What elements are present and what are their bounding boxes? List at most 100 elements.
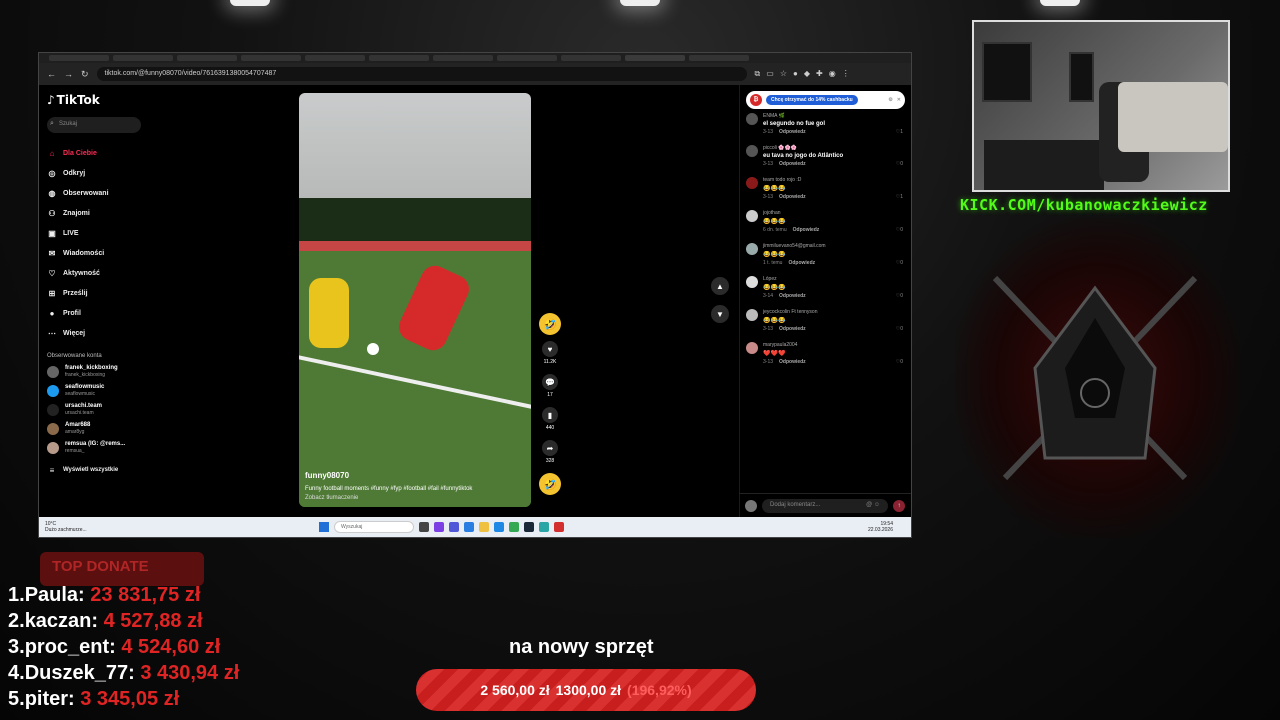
- browser-tab[interactable]: [497, 55, 557, 61]
- comment-action[interactable]: 💬 17: [539, 374, 561, 398]
- video-author[interactable]: funny08070: [305, 471, 525, 480]
- nav-following[interactable]: ◍ Obserwowani: [47, 183, 147, 203]
- taskbar-search[interactable]: Wyszukaj: [334, 521, 414, 533]
- sound-disc-icon[interactable]: 🤣: [539, 473, 561, 495]
- browser-tab[interactable]: [369, 55, 429, 61]
- video-player[interactable]: funny08070 Funny football moments #funny…: [299, 93, 531, 507]
- reply-link[interactable]: Odpowiedz: [779, 161, 806, 167]
- comment-input[interactable]: Dodaj komentarz... @ ☺: [762, 498, 888, 513]
- browser-tab[interactable]: [305, 55, 365, 61]
- show-all-link[interactable]: ≡ Wyświetl wszystkie: [47, 460, 147, 480]
- comment-like[interactable]: ♡1: [896, 129, 903, 135]
- translate-link[interactable]: Zobacz tłumaczenie: [305, 495, 525, 501]
- browser-tab[interactable]: [113, 55, 173, 61]
- translate-icon[interactable]: ⧉: [755, 69, 761, 79]
- comment-like[interactable]: ♡0: [896, 227, 903, 233]
- browser-tab[interactable]: [689, 55, 749, 61]
- browser-tab[interactable]: [177, 55, 237, 61]
- menu-icon[interactable]: ⋮: [842, 69, 850, 79]
- reply-link[interactable]: Odpowiedz: [779, 326, 806, 332]
- reply-link[interactable]: Odpowiedz: [779, 359, 806, 365]
- chevron-up-icon[interactable]: ▲: [711, 277, 729, 295]
- nav-live[interactable]: ▣ LIVE: [47, 223, 147, 243]
- comment-user[interactable]: team todo rojo :D: [763, 177, 903, 183]
- comment-like[interactable]: ♡0: [896, 161, 903, 167]
- followed-account[interactable]: remsua (IG: @rems... remsua_: [47, 441, 147, 454]
- followed-account[interactable]: Amar688 amar8yg: [47, 422, 147, 435]
- weather-widget[interactable]: 10°C Dużo zachmurze...: [45, 521, 105, 533]
- mention-emoji-icons[interactable]: @ ☺: [866, 502, 880, 510]
- app-icon[interactable]: [554, 522, 564, 532]
- save-action[interactable]: ▮ 440: [539, 407, 561, 431]
- creator-avatar-icon[interactable]: 🤣: [539, 313, 561, 335]
- task-view-icon[interactable]: [419, 522, 429, 532]
- teams-icon[interactable]: [449, 522, 459, 532]
- gear-icon[interactable]: ⚙: [888, 97, 892, 103]
- app-icon[interactable]: [539, 522, 549, 532]
- back-icon[interactable]: ←: [47, 69, 56, 79]
- cast-icon[interactable]: ▭: [766, 69, 774, 79]
- followed-account[interactable]: franek_kickboxing franek_kickboxing: [47, 365, 147, 378]
- nav-upload[interactable]: ⊞ Prześlij: [47, 283, 147, 303]
- goal-current: 2 560,00 zł: [480, 682, 550, 698]
- edge-icon[interactable]: [494, 522, 504, 532]
- app-icon[interactable]: [464, 522, 474, 532]
- browser-tab[interactable]: [49, 55, 109, 61]
- tiktok-logo[interactable]: ♪ TikTok: [47, 93, 147, 107]
- reload-icon[interactable]: ↻: [81, 69, 89, 80]
- nav-friends[interactable]: ⚇ Znajomi: [47, 203, 147, 223]
- followed-account[interactable]: ursachi.team ursachi.team: [47, 403, 147, 416]
- send-icon[interactable]: ↑: [893, 499, 905, 512]
- browser-tab[interactable]: [241, 55, 301, 61]
- avatar: [746, 342, 758, 354]
- browser-tab-active[interactable]: [625, 55, 685, 61]
- tiktok-note-icon: ♪: [47, 93, 55, 107]
- app-icon[interactable]: [434, 522, 444, 532]
- browser-tab[interactable]: [561, 55, 621, 61]
- cashback-button[interactable]: Chcę otrzymać do 14% cashbacku: [766, 95, 858, 105]
- cashback-popup[interactable]: ₿ Chcę otrzymać do 14% cashbacku ⚙ ✕: [746, 91, 905, 109]
- nav-more[interactable]: ⋯ Więcej: [47, 323, 147, 343]
- comment-user[interactable]: marypaula2004: [763, 342, 903, 348]
- url-input[interactable]: tiktok.com/@funny08070/video/76163913800…: [96, 67, 747, 81]
- profile-icon[interactable]: ◉: [829, 69, 836, 79]
- comment-like[interactable]: ♡0: [896, 326, 903, 332]
- windows-start-icon[interactable]: [319, 522, 329, 532]
- steam-icon[interactable]: [524, 522, 534, 532]
- puzzle-icon[interactable]: ✚: [816, 69, 823, 79]
- search-input[interactable]: ⌕ Szukaj: [47, 117, 141, 133]
- nav-explore[interactable]: ◎ Odkryj: [47, 163, 147, 183]
- comment-user[interactable]: jimmiluevano54@gmail.com: [763, 243, 903, 249]
- reply-link[interactable]: Odpowiedz: [788, 260, 815, 266]
- nav-messages[interactable]: ✉ Wiadomości: [47, 243, 147, 263]
- close-icon[interactable]: ✕: [897, 97, 901, 103]
- comment-user[interactable]: López: [763, 276, 903, 282]
- extension-icon[interactable]: ●: [793, 69, 798, 79]
- extension-icon[interactable]: ◆: [804, 69, 810, 79]
- browser-tab[interactable]: [433, 55, 493, 61]
- comment-like[interactable]: ♡1: [896, 194, 903, 200]
- comment-like[interactable]: ♡0: [896, 359, 903, 365]
- followed-account[interactable]: seaflowmusic seaflowmusic: [47, 384, 147, 397]
- folder-icon[interactable]: [479, 522, 489, 532]
- taskbar-clock[interactable]: 19:54 22.03.2026: [868, 521, 893, 533]
- bookmark-star-icon[interactable]: ☆: [780, 69, 787, 79]
- share-action[interactable]: ➦ 328: [539, 440, 561, 464]
- reply-link[interactable]: Odpowiedz: [793, 227, 820, 233]
- comment-like[interactable]: ♡0: [896, 260, 903, 266]
- chevron-down-icon[interactable]: ▼: [711, 305, 729, 323]
- comment-user[interactable]: jeycockcolin Ft tennyson: [763, 309, 903, 315]
- comment-user[interactable]: ENMA 🌿: [763, 113, 903, 119]
- nav-for-you[interactable]: ⌂ Dla Ciebie: [47, 143, 147, 163]
- nav-profile[interactable]: ● Profil: [47, 303, 147, 323]
- forward-icon[interactable]: →: [64, 69, 73, 79]
- reply-link[interactable]: Odpowiedz: [779, 194, 806, 200]
- reply-link[interactable]: Odpowiedz: [779, 129, 806, 135]
- chrome-icon[interactable]: [509, 522, 519, 532]
- reply-link[interactable]: Odpowiedz: [779, 293, 806, 299]
- comment-user[interactable]: jojothan: [763, 210, 903, 216]
- nav-activity[interactable]: ♡ Aktywność: [47, 263, 147, 283]
- comment-user[interactable]: piccoli 🌸🌸🌸: [763, 145, 903, 151]
- comment-like[interactable]: ♡0: [896, 293, 903, 299]
- like-action[interactable]: ♥ 11.2K: [539, 341, 561, 365]
